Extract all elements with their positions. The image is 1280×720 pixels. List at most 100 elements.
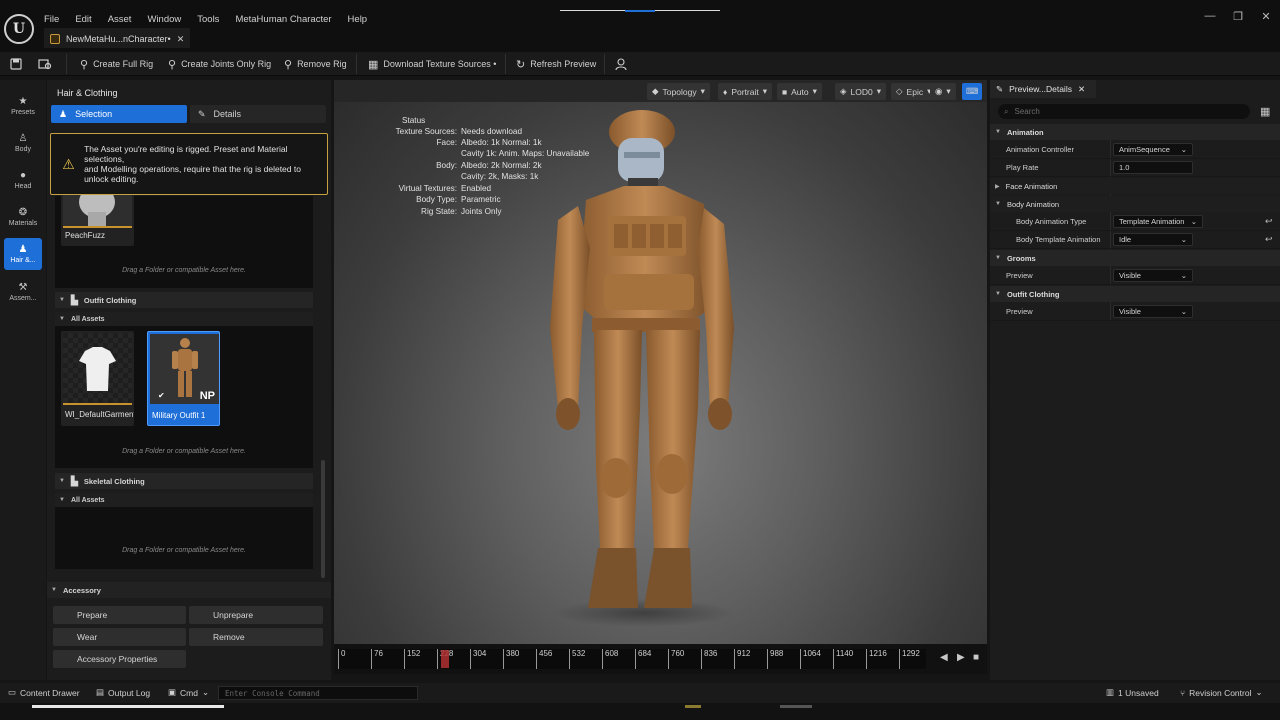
status-key: Virtual Textures: — [398, 184, 457, 193]
close-tab-icon[interactable]: ✕ — [177, 34, 185, 45]
save-icon — [10, 58, 22, 70]
refresh-preview-label: Refresh Preview — [530, 59, 597, 69]
outfit-preview-dropdown[interactable]: Visible ⌄ — [1113, 305, 1193, 318]
category-body-animation[interactable]: ▼ Body Animation — [990, 196, 1280, 212]
head-icon: ● — [19, 170, 27, 181]
skeletal-clothing-header[interactable]: ▼ ▙ Skeletal Clothing — [55, 473, 313, 489]
timeline-tick: 304 — [470, 649, 486, 669]
lod-label: LOD0 — [850, 86, 873, 97]
category-animation[interactable]: ▼ Animation — [990, 124, 1280, 140]
keyboard-toggle[interactable]: ⌨ — [962, 83, 983, 100]
pencil-icon: ✎ — [996, 83, 1004, 94]
menu-file[interactable]: File — [44, 14, 59, 25]
close-tab-icon[interactable]: ✕ — [1078, 84, 1085, 95]
menu-edit[interactable]: Edit — [75, 14, 91, 25]
create-joints-only-rig-button[interactable]: ⚲ Create Joints Only Rig — [168, 52, 271, 76]
tab-selection[interactable]: ♟ Selection — [51, 105, 187, 123]
close-window-icon[interactable]: ✕ — [1254, 10, 1278, 23]
chevron-down-icon: ⌄ — [201, 687, 210, 697]
chevron-down-icon: ⌄ — [1255, 687, 1263, 697]
prepare-button[interactable]: Prepare — [53, 606, 186, 624]
remove-button[interactable]: Remove — [189, 628, 323, 646]
asset-tile-default-garment[interactable]: WI_DefaultGarment — [61, 331, 134, 426]
grooms-preview-dropdown[interactable]: Visible ⌄ — [1113, 269, 1193, 282]
outfit-clothing-header[interactable]: ▼ ▙ Outfit Clothing — [55, 292, 313, 308]
body-template-animation-dropdown[interactable]: Idle ⌄ — [1113, 233, 1193, 246]
timeline-track[interactable]: 0 76 152 228 304 380 456 532 608 684 760… — [338, 649, 926, 669]
revision-control-button[interactable]: ⑂ Revision Control ⌄ — [1180, 687, 1263, 698]
camera-auto-dropdown[interactable]: ■ Auto ▾ — [777, 83, 822, 100]
view-options-dropdown[interactable]: ◉ ▾ — [930, 83, 956, 100]
status-value: Albedo: 2k Normal: 2k — [461, 161, 542, 170]
output-log-button[interactable]: ▤ Output Log — [96, 687, 150, 698]
unsaved-icon: ▥ — [1106, 687, 1115, 697]
menu-tools[interactable]: Tools — [197, 14, 219, 25]
peachfuzz-type-line — [63, 226, 132, 228]
unreal-logo-icon[interactable]: U — [4, 14, 34, 44]
rail-head[interactable]: ● Head — [4, 164, 42, 196]
rail-body[interactable]: ♙ Body — [4, 127, 42, 159]
asset-tile-military-outfit[interactable]: NP ✔ Military Outfit 1 — [147, 331, 220, 426]
outfit-all-assets-header[interactable]: ▼ All Assets — [55, 312, 313, 326]
preview-viewport[interactable]: ◆ Topology ▾ ♦ Portrait ▾ ■ Auto ▾ ◈ LOD… — [334, 80, 987, 644]
menu-help[interactable]: Help — [348, 14, 368, 25]
maximize-icon[interactable]: ❐ — [1226, 10, 1250, 23]
play-icon[interactable]: ▶ — [957, 652, 965, 663]
cmd-dropdown[interactable]: ▣ Cmd ⌄ — [168, 687, 209, 698]
rig-warning-banner: ⚠ The Asset you're editing is rigged. Pr… — [50, 133, 328, 195]
rail-presets[interactable]: ★ Presets — [4, 90, 42, 122]
clothing-icon: ▙ — [70, 294, 78, 305]
category-outfit-clothing[interactable]: ▼ Outfit Clothing — [990, 286, 1280, 302]
console-command-input[interactable]: Enter Console Command — [218, 686, 418, 700]
menu-asset[interactable]: Asset — [108, 14, 132, 25]
rail-assembly[interactable]: ⚒ Assem... — [4, 276, 42, 308]
document-tab[interactable]: NewMetaHu...nCharacter• ✕ — [44, 28, 191, 48]
lod-dropdown[interactable]: ◈ LOD0 ▾ — [835, 83, 887, 100]
animation-controller-dropdown[interactable]: AnimSequence ⌄ — [1113, 143, 1193, 156]
panel-scrollbar[interactable] — [321, 460, 325, 578]
refresh-preview-button[interactable]: ↻ Refresh Preview — [516, 52, 596, 76]
chevron-down-icon: ⌄ — [1180, 235, 1187, 244]
hair-clothing-panel: Hair & Clothing ♟ Selection ✎ Details Pe… — [47, 80, 331, 680]
asset-tile-peachfuzz[interactable]: PeachFuzz — [61, 192, 134, 246]
minimize-icon[interactable]: — — [1198, 10, 1222, 22]
wear-button[interactable]: Wear — [53, 628, 186, 646]
cmd-label: Cmd — [180, 687, 198, 698]
tab-details[interactable]: ✎ Details — [190, 105, 326, 123]
portrait-dropdown[interactable]: ♦ Portrait ▾ — [718, 83, 773, 100]
unsaved-button[interactable]: ▥ 1 Unsaved — [1106, 687, 1159, 698]
editor-mode-rail: ★ Presets ♙ Body ● Head ❂ Materials ♟ Ha… — [0, 80, 46, 680]
grid-view-icon[interactable]: ▦ — [1260, 105, 1270, 118]
menu-window[interactable]: Window — [147, 14, 181, 25]
stop-icon[interactable]: ■ — [973, 652, 979, 663]
timeline-tick: 1292 — [899, 649, 920, 669]
body-animation-type-dropdown[interactable]: Template Animation ⌄ — [1113, 215, 1203, 228]
rail-hair-clothing[interactable]: ♟ Hair &... — [4, 238, 42, 270]
accessory-header[interactable]: ▼ Accessory — [47, 582, 331, 598]
reset-arrow-icon[interactable]: ↩ — [1265, 234, 1273, 245]
content-drawer-button[interactable]: ▭ Content Drawer — [8, 687, 80, 698]
create-full-rig-button[interactable]: ⚲ Create Full Rig — [80, 52, 153, 76]
rail-materials[interactable]: ❂ Materials — [4, 201, 42, 233]
step-back-icon[interactable]: ◀ — [940, 652, 948, 663]
accessory-properties-button[interactable]: Accessory Properties — [53, 650, 186, 668]
timeline-playhead[interactable] — [441, 650, 449, 668]
details-search-input[interactable]: ⌕ Search — [998, 104, 1250, 119]
topology-dropdown[interactable]: ◆ Topology ▾ — [647, 83, 710, 100]
category-grooms[interactable]: ▼ Grooms — [990, 250, 1280, 266]
preview-details-tab[interactable]: ✎ Preview...Details ✕ — [990, 80, 1096, 98]
status-title: Status — [402, 116, 426, 125]
user-profile-button[interactable] — [614, 52, 628, 76]
category-face-animation[interactable]: ▶ Face Animation — [990, 178, 1280, 194]
unprepare-button[interactable]: Unprepare — [189, 606, 323, 624]
remove-rig-button[interactable]: ⚲ Remove Rig — [284, 52, 347, 76]
timeline-tick: 684 — [635, 649, 651, 669]
browse-asset-button[interactable] — [38, 52, 52, 76]
play-rate-field[interactable]: 1.0 — [1113, 161, 1193, 174]
reset-arrow-icon[interactable]: ↩ — [1265, 216, 1273, 227]
save-button[interactable] — [10, 52, 22, 76]
menu-bar: File Edit Asset Window Tools MetaHuman C… — [44, 12, 383, 26]
menu-metahuman-character[interactable]: MetaHuman Character — [235, 14, 331, 25]
skeletal-all-assets-header[interactable]: ▼ All Assets — [55, 493, 313, 507]
download-texture-sources-button[interactable]: ▦ Download Texture Sources • — [368, 52, 496, 76]
